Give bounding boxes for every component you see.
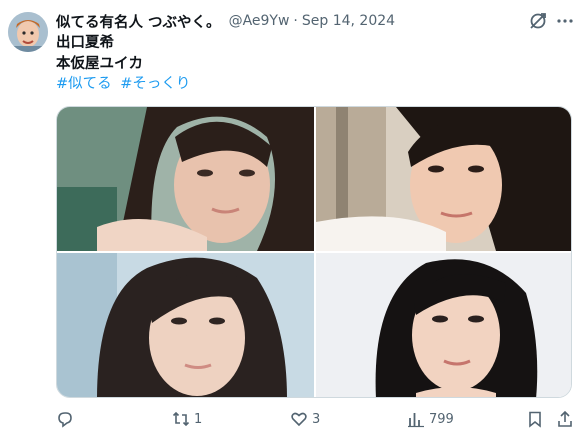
user-handle[interactable]: @Ae9Yw xyxy=(229,13,290,29)
views-icon xyxy=(408,413,424,428)
tweet-header: 似てる有名人 つぶやく。 @Ae9Yw · Sep 14, 2024 xyxy=(56,10,542,32)
tweet-text: 出口夏希 本仮屋ユイカ xyxy=(56,33,143,75)
view-count: 799 xyxy=(429,411,454,427)
photo-1[interactable] xyxy=(57,107,314,251)
like-button[interactable]: 3 xyxy=(290,408,320,430)
avatar[interactable] xyxy=(8,12,48,52)
tweet-line-1: 出口夏希 xyxy=(56,35,114,51)
hashtag-link-1[interactable]: #似てる xyxy=(56,76,112,92)
photo-2[interactable] xyxy=(316,107,571,251)
hashtag-link-2[interactable]: #そっくり xyxy=(120,76,190,92)
reply-icon xyxy=(58,412,72,428)
retweet-button[interactable]: 1 xyxy=(172,408,202,430)
display-name[interactable]: 似てる有名人 つぶやく。 xyxy=(56,11,221,32)
views-button[interactable]: 799 xyxy=(407,408,454,430)
bookmark-icon xyxy=(529,411,541,428)
action-bar: 1 3 799 xyxy=(56,408,576,432)
retweet-icon xyxy=(172,411,190,427)
tweet-line-2: 本仮屋ユイカ xyxy=(56,56,143,72)
separator-dot: · xyxy=(293,13,298,29)
photo-4[interactable] xyxy=(316,253,571,397)
like-count: 3 xyxy=(312,411,321,427)
avatar-image xyxy=(8,12,48,52)
retweet-count: 1 xyxy=(194,411,203,427)
heart-icon xyxy=(291,412,307,427)
tweet-date[interactable]: Sep 14, 2024 xyxy=(302,13,395,29)
grok-icon[interactable] xyxy=(528,11,548,31)
share-button[interactable] xyxy=(556,408,574,430)
media-grid xyxy=(56,106,572,398)
share-icon xyxy=(558,410,572,427)
bookmark-button[interactable] xyxy=(526,408,544,430)
reply-button[interactable] xyxy=(56,408,78,430)
photo-3[interactable] xyxy=(57,253,314,397)
hashtags: #似てる #そっくり xyxy=(56,74,194,94)
more-icon[interactable] xyxy=(556,12,574,30)
